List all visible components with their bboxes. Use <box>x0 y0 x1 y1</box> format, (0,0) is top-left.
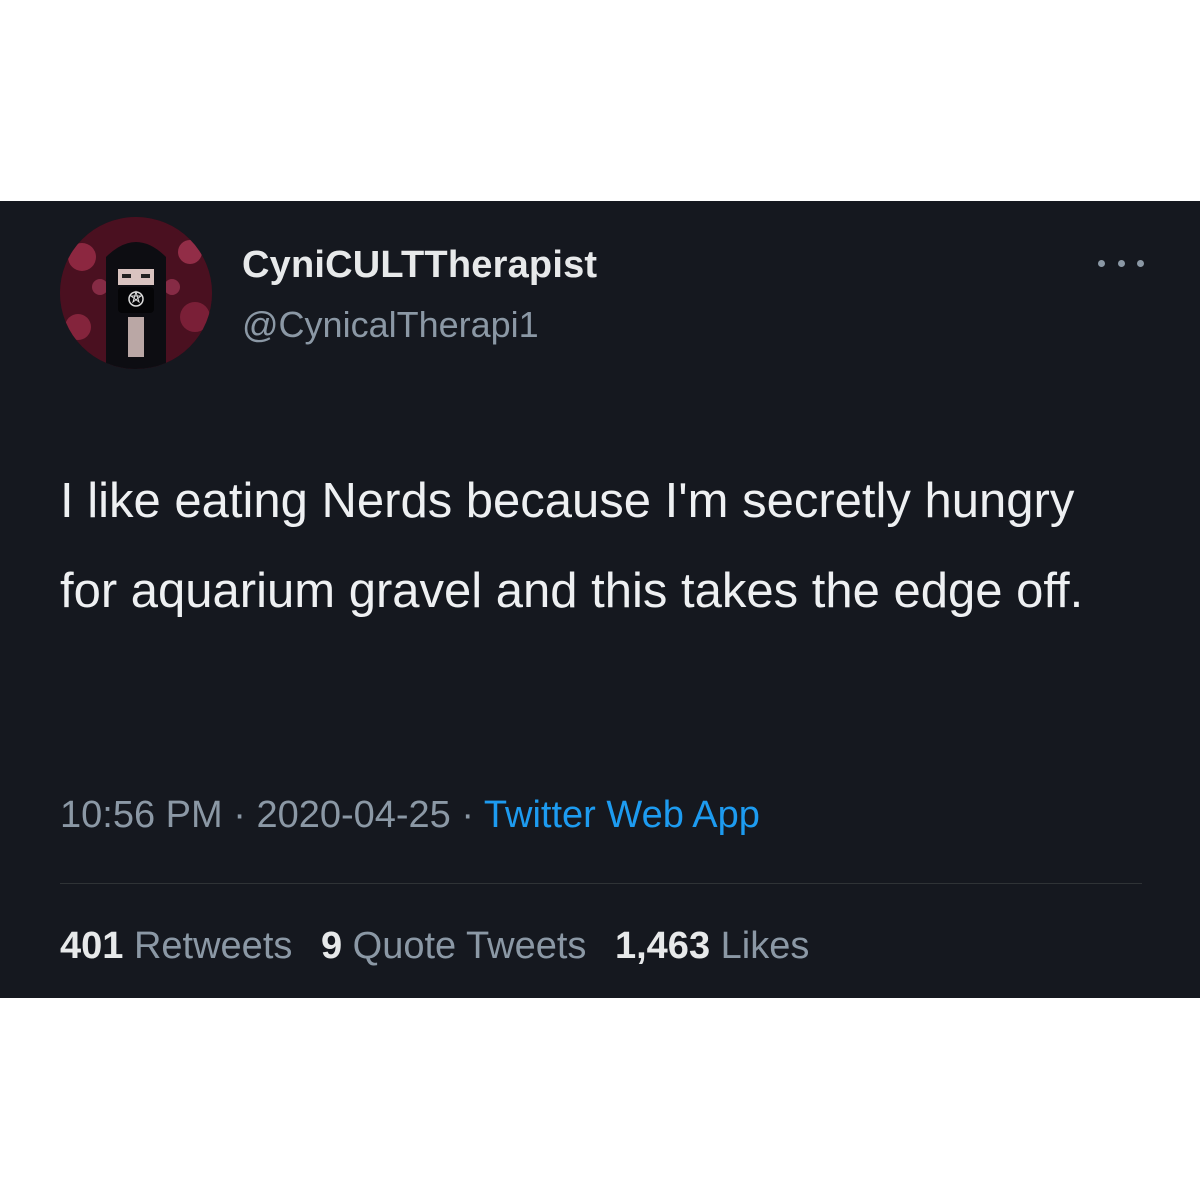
tweet-text: I like eating Nerds because I'm secretly… <box>60 474 1084 618</box>
more-icon-dot <box>1137 259 1144 267</box>
retweets-label: Retweets <box>133 925 293 967</box>
meta-separator: · <box>222 794 257 836</box>
tweet-card: CyniCULTTherapist @CynicalTherapi1 I lik… <box>0 201 1200 998</box>
author-handle[interactable]: @CynicalTherapi1 <box>242 304 539 346</box>
avatar-image <box>60 217 212 369</box>
engagement-stats: 401 Retweets 9 Quote Tweets 1,463 Likes <box>60 925 827 968</box>
quote-tweets-count: 9 <box>320 925 343 967</box>
tweet-time[interactable]: 10:56 PM <box>60 794 223 836</box>
tweet-source-link[interactable]: Twitter Web App <box>484 794 760 836</box>
divider <box>60 883 1142 884</box>
likes-label: Likes <box>720 925 810 967</box>
avatar[interactable] <box>60 217 212 369</box>
more-horizontal-icon <box>1098 259 1105 267</box>
more-options-button[interactable] <box>1098 253 1144 273</box>
author-display-name[interactable]: CyniCULTTherapist <box>242 244 597 287</box>
tweet-date[interactable]: 2020-04-25 <box>256 794 450 836</box>
more-icon-dot <box>1117 259 1125 267</box>
tweet-metadata: 10:56 PM · 2020-04-25 · Twitter Web App <box>60 794 760 837</box>
likes-stat[interactable]: 1,463 Likes <box>615 925 809 967</box>
retweets-stat[interactable]: 401 Retweets <box>60 925 292 967</box>
retweets-count: 401 <box>60 925 124 967</box>
meta-separator: · <box>450 794 484 836</box>
likes-count: 1,463 <box>614 925 711 967</box>
quote-tweets-stat[interactable]: 9 Quote Tweets <box>321 925 586 967</box>
quote-tweets-label: Quote Tweets <box>352 925 587 967</box>
